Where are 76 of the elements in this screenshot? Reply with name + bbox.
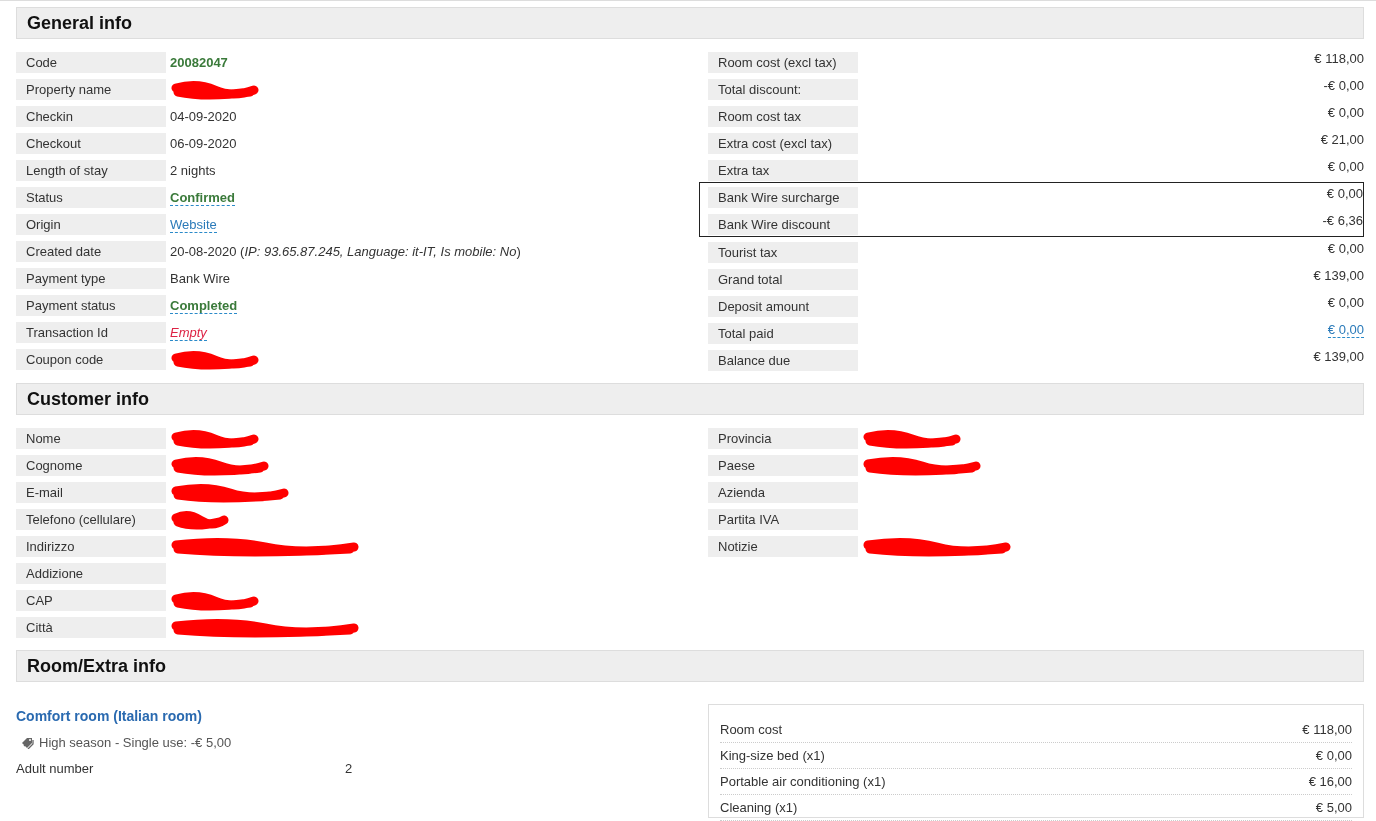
field-label: Property name [16,79,166,100]
detail-label: Adult number [16,761,95,776]
field-label: Origin [16,214,166,235]
field-label: Status [16,187,166,208]
amount-value: € 0,00 [1326,159,1364,174]
field-label: Bank Wire surcharge [708,187,858,208]
field-label: Notizie [708,536,858,557]
field-label: Addizione [16,563,166,584]
field-value: Bank Wire [169,271,231,286]
redaction-mark [170,509,230,530]
amount-value: € 0,00 [1326,295,1364,310]
amount-value: € 21,00 [1319,132,1364,147]
amount-value: € 0,00 [1325,186,1363,201]
section-title: Customer info [27,388,149,410]
transaction-link[interactable]: Empty [170,324,207,341]
amount-value: € 0,00 [1326,105,1364,120]
field-label: Extra cost (excl tax) [708,133,858,154]
cost-label: Portable air conditioning (x1) [720,773,886,791]
rate-text: High season - Single use: -€ 5,00 [39,735,232,750]
field-value: 20082047 [169,55,229,70]
field-label: Provincia [708,428,858,449]
status-link[interactable]: Completed [170,297,238,314]
cost-value: € 118,00 [1302,721,1352,739]
field-label: CAP [16,590,166,611]
amount-value: € 139,00 [1312,268,1364,283]
field-label: Tourist tax [708,242,858,263]
field-label: Code [16,52,166,73]
amount-value: € 118,00 [1313,51,1364,66]
amount-link[interactable]: € 0,00 [1327,322,1364,338]
status-link[interactable]: Confirmed [170,189,235,206]
cost-label: Room cost [720,721,783,739]
origin-link[interactable]: Website [170,216,217,233]
amount-value: -€ 0,00 [1322,78,1364,93]
field-label: Azienda [708,482,858,503]
room-link[interactable]: Comfort room (Italian room) [16,708,708,724]
field-label: Checkin [16,106,166,127]
field-label: E-mail [16,482,166,503]
field-label: Nome [16,428,166,449]
field-label: Deposit amount [708,296,858,317]
amount-value: -€ 6,36 [1321,213,1363,228]
field-label: Payment type [16,268,166,289]
field-label: Payment status [16,295,166,316]
field-label: Length of stay [16,160,166,181]
cost-value: € 16,00 [1308,773,1352,791]
cost-value: € 5,00 [1315,799,1352,817]
field-label: Total paid [708,323,858,344]
field-label: Cognome [16,455,166,476]
amount-value: € 0,00 [1326,241,1364,256]
field-label: Balance due [708,350,858,371]
field-label: Transaction Id [16,322,166,343]
field-value: 20-08-2020 (IP: 93.65.87.245, Language: it-IT, Is mobile: No) [169,244,522,259]
field-label: Room cost (excl tax) [708,52,858,73]
field-label: Grand total [708,269,858,290]
field-label: Bank Wire discount [708,214,858,235]
detail-value: 2 [345,761,353,776]
field-value: 06-09-2020 [169,136,238,151]
field-label: Room cost tax [708,106,858,127]
field-label: Paese [708,455,858,476]
field-label: Partita IVA [708,509,858,530]
cost-value: € 0,00 [1315,747,1352,765]
section-title: General info [27,12,133,34]
field-label: Created date [16,241,166,262]
field-label: Città [16,617,166,638]
amount-value: € 139,00 [1312,349,1364,364]
tags-icon [21,736,34,749]
cost-label: King-size bed (x1) [720,747,825,765]
section-title: Room/Extra info [27,655,166,677]
field-label: Telefono (cellulare) [16,509,166,530]
field-value: 04-09-2020 [169,109,238,124]
field-value: 2 nights [169,163,217,178]
field-label: Extra tax [708,160,858,181]
field-label: Checkout [16,133,166,154]
field-label: Indirizzo [16,536,166,557]
field-label: Coupon code [16,349,166,370]
cost-label: Cleaning (x1) [720,799,798,817]
field-label: Total discount: [708,79,858,100]
